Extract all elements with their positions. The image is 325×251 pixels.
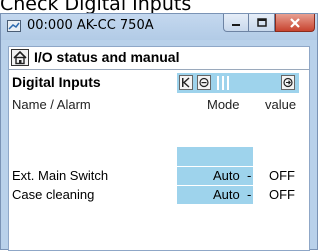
page-indicator-bar: [217, 76, 219, 90]
page-navigator: [177, 73, 299, 93]
close-icon: [290, 17, 300, 28]
row-mode[interactable]: Auto: [213, 168, 240, 183]
first-page-button[interactable]: [179, 75, 193, 90]
minimize-icon: [232, 23, 240, 26]
close-button[interactable]: [275, 14, 315, 32]
client-area: I/O status and manual Digital Inputs Nam…: [8, 46, 310, 251]
page-caption: Check Digital Inputs: [0, 0, 192, 15]
title-bar[interactable]: 00:000 AK-CC 750A: [1, 14, 317, 40]
row-value: OFF: [269, 168, 295, 183]
row-separator: -: [247, 187, 252, 202]
previous-page-icon: [199, 77, 209, 88]
previous-page-button[interactable]: [197, 75, 211, 90]
first-page-icon: [182, 77, 190, 88]
row-name: Case cleaning: [12, 187, 95, 202]
minimize-button[interactable]: [223, 14, 249, 32]
column-header-mode: Mode: [207, 97, 240, 112]
home-icon: [13, 50, 27, 65]
row-name: Ext. Main Switch: [12, 168, 109, 183]
screen-title: I/O status and manual: [34, 49, 180, 65]
home-button[interactable]: [11, 49, 29, 66]
header-divider: [9, 69, 309, 70]
maximize-icon: [256, 17, 267, 27]
column-header-name: Name / Alarm: [12, 97, 91, 112]
empty-mode-cell: [177, 147, 253, 166]
row-separator: -: [247, 168, 252, 183]
app-window: 00:000 AK-CC 750A I/O status and manual …: [0, 13, 318, 251]
column-header-value: value: [265, 97, 297, 112]
section-label: Digital Inputs: [12, 74, 101, 90]
window-title: 00:000 AK-CC 750A: [27, 18, 154, 33]
next-page-icon: [283, 77, 293, 88]
next-page-button[interactable]: [281, 75, 295, 90]
app-icon: [7, 20, 21, 32]
row-value: OFF: [269, 187, 295, 202]
maximize-button[interactable]: [249, 14, 275, 32]
page-indicator-bar: [227, 76, 229, 90]
page-indicator-bar: [222, 76, 224, 90]
row-mode[interactable]: Auto: [213, 187, 240, 202]
